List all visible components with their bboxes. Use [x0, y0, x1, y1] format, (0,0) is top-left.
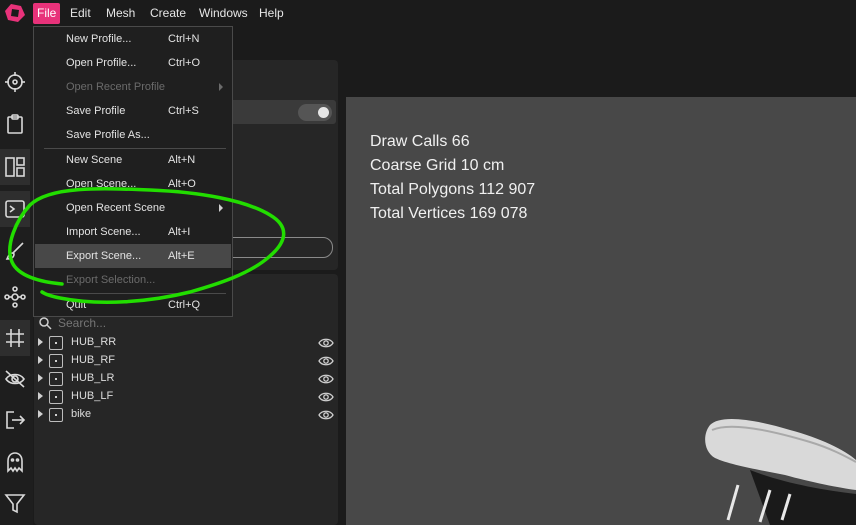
grid-tool[interactable] — [0, 320, 30, 356]
exit-icon — [6, 411, 26, 429]
brush-icon — [5, 242, 24, 260]
terminal-tool[interactable] — [0, 191, 30, 227]
clipboard-tool[interactable] — [0, 106, 30, 142]
node-name: HUB_RR — [71, 336, 117, 348]
crosshair-tool[interactable] — [0, 64, 30, 100]
submenu-arrow-icon — [219, 204, 223, 212]
menu-item-quit[interactable]: Quit Ctrl+Q — [35, 293, 231, 317]
node-name: HUB_LF — [71, 390, 114, 402]
menu-item-save-profile-as[interactable]: Save Profile As... — [35, 123, 231, 147]
node-name: HUB_LR — [71, 372, 115, 384]
layout-icon — [5, 157, 25, 177]
expand-arrow-icon[interactable] — [38, 410, 43, 418]
visibility-eye-icon[interactable] — [318, 408, 334, 422]
menu-item-export-selection: Export Selection... — [66, 274, 156, 286]
menu-bar: File Edit Mesh Create Windows Help — [0, 0, 856, 26]
menu-help[interactable]: Help — [255, 3, 288, 24]
left-toolbar — [0, 60, 33, 525]
menu-item-new-scene[interactable]: New Scene Alt+N — [35, 148, 231, 172]
panel-toggle-switch[interactable] — [298, 104, 332, 121]
tree-node-hub-rr[interactable]: HUB_RR — [34, 334, 338, 352]
panel-splitter[interactable] — [338, 60, 346, 525]
menu-edit[interactable]: Edit — [66, 3, 95, 24]
menu-item-new-profile[interactable]: New Profile... Ctrl+N — [35, 27, 231, 51]
grid-icon — [6, 329, 24, 347]
node-icon — [49, 372, 63, 386]
stat-total-vertices: Total Vertices 169 078 — [370, 205, 528, 222]
menu-item-open-recent-scene[interactable]: Open Recent Scene — [35, 196, 231, 220]
visibility-eye-icon[interactable] — [318, 372, 334, 386]
ghost-tool[interactable] — [0, 444, 30, 480]
expand-arrow-icon[interactable] — [38, 356, 43, 364]
app-logo-icon[interactable] — [4, 3, 26, 23]
bike-model-render — [705, 418, 856, 525]
file-menu-dropdown: New Profile... Ctrl+N Open Profile... Ct… — [33, 26, 233, 317]
menu-item-open-scene[interactable]: Open Scene... Alt+O — [35, 172, 231, 196]
menu-item-open-recent-profile: Open Recent Profile — [35, 75, 231, 99]
visibility-eye-icon[interactable] — [318, 354, 334, 368]
viewport-header — [346, 26, 856, 97]
menu-file[interactable]: File — [33, 3, 61, 24]
node-icon — [49, 354, 63, 368]
menu-item-save-profile[interactable]: Save Profile Ctrl+S — [35, 99, 231, 123]
menu-item-import-scene[interactable]: Import Scene... Alt+I — [35, 220, 231, 244]
menu-create[interactable]: Create — [146, 3, 190, 24]
node-icon — [49, 390, 63, 404]
clipboard-icon — [7, 114, 23, 134]
expand-arrow-icon[interactable] — [38, 392, 43, 400]
node-icon — [49, 408, 63, 422]
node-icon — [49, 336, 63, 350]
stat-coarse-grid: Coarse Grid 10 cm — [370, 157, 505, 174]
expand-arrow-icon[interactable] — [38, 374, 43, 382]
eye-scan-icon — [5, 370, 25, 388]
eye-scan-tool[interactable] — [0, 361, 30, 397]
menu-windows[interactable]: Windows — [195, 3, 252, 24]
stat-draw-calls: Draw Calls 66 — [370, 133, 470, 150]
search-icon — [39, 317, 52, 330]
tree-node-hub-lr[interactable]: HUB_LR — [34, 370, 338, 388]
menu-item-open-profile[interactable]: Open Profile... Ctrl+O — [35, 51, 231, 75]
nodes-tool[interactable] — [0, 279, 30, 315]
terminal-icon — [5, 200, 25, 218]
viewport-stats: Draw Calls 66 Coarse Grid 10 cm Total Po… — [370, 130, 535, 226]
submenu-arrow-icon — [219, 83, 223, 91]
expand-arrow-icon[interactable] — [38, 338, 43, 346]
tree-node-bike[interactable]: bike — [34, 406, 338, 424]
node-name: bike — [71, 408, 92, 420]
visibility-eye-icon[interactable] — [318, 336, 334, 350]
outliner-tree: HUB_RR HUB_RF HUB_LR HUB_LF bike — [34, 334, 338, 424]
menu-mesh[interactable]: Mesh — [102, 3, 139, 24]
filter-tool[interactable] — [0, 485, 30, 521]
nodes-icon — [4, 286, 26, 308]
filter-icon — [4, 494, 26, 514]
exit-tool[interactable] — [0, 402, 30, 438]
node-name: HUB_RF — [71, 354, 116, 366]
crosshair-icon — [5, 72, 25, 92]
stat-total-polygons: Total Polygons 112 907 — [370, 181, 536, 198]
panel-input-field[interactable] — [220, 237, 333, 258]
menu-item-export-scene[interactable]: Export Scene... Alt+E — [35, 244, 231, 268]
ghost-icon — [7, 452, 23, 473]
tree-node-hub-rf[interactable]: HUB_RF — [34, 352, 338, 370]
brush-tool[interactable] — [0, 233, 30, 269]
tree-node-hub-lf[interactable]: HUB_LF — [34, 388, 338, 406]
visibility-eye-icon[interactable] — [318, 390, 334, 404]
layout-tool[interactable] — [0, 149, 30, 185]
